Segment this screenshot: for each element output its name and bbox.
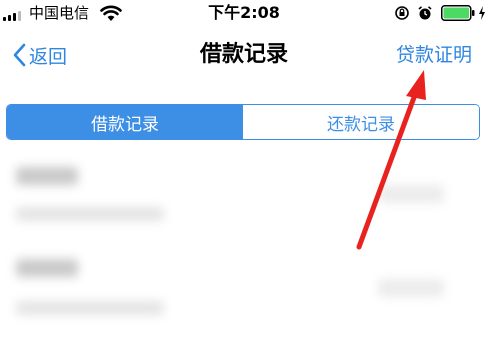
charging-icon: [479, 6, 485, 20]
tab-borrow-records[interactable]: 借款记录: [7, 105, 243, 139]
list-item[interactable]: [0, 145, 488, 237]
orientation-lock-icon: [395, 6, 409, 20]
status-bar: 中国电信 下午2:08: [0, 0, 488, 28]
loan-proof-button[interactable]: 贷款证明: [396, 41, 472, 69]
status-time: 下午2:08: [208, 3, 280, 22]
alarm-icon: [418, 6, 432, 20]
record-type-tabs: 借款记录 还款记录: [6, 104, 480, 140]
navigation-bar: 返回 借款记录 贷款证明: [0, 28, 488, 84]
list-item[interactable]: [0, 237, 488, 329]
record-list: [0, 145, 488, 337]
battery-icon: [441, 5, 475, 21]
tab-repay-records[interactable]: 还款记录: [243, 105, 479, 139]
